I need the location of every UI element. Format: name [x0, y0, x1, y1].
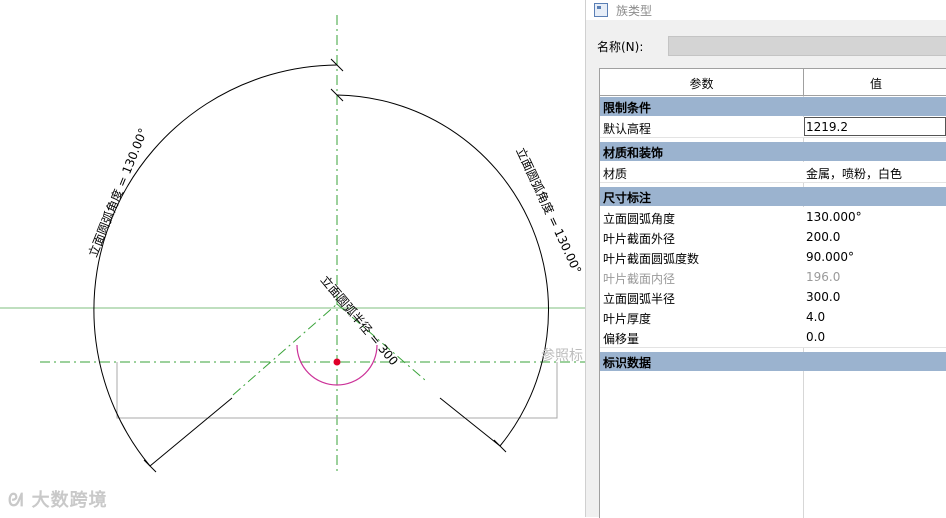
- parameters-grid: 参数 值 限制条件 默认高程 1219.2 材质和装饰 材质 金属，喷粉，白色 …: [599, 68, 946, 518]
- row-arc-angle[interactable]: 立面圆弧角度 130.000°: [600, 207, 946, 228]
- row-blade-outer-radius[interactable]: 叶片截面外径 200.0: [600, 227, 946, 248]
- row-offset[interactable]: 偏移量 0.0: [600, 327, 946, 348]
- left-arc: [93, 64, 338, 467]
- row-material[interactable]: 材质 金属，喷粉，白色: [600, 162, 946, 183]
- param-label: 默认高程: [603, 122, 652, 136]
- tick-bottom-left: [143, 459, 157, 473]
- dim-radius-label: 立面圆弧半径 = 300: [318, 272, 402, 368]
- family-types-icon: [594, 3, 608, 17]
- name-label: 名称(N):: [597, 40, 644, 54]
- drawing-canvas[interactable]: 立面圆弧角度 = 130.00° 立面圆弧角度 = 130.00° 立面圆弧半径…: [0, 0, 585, 517]
- row-blade-arc-degree[interactable]: 叶片截面圆弧度数 90.000°: [600, 247, 946, 268]
- column-header-parameter[interactable]: 参数: [600, 75, 803, 92]
- right-blade-edge: [439, 397, 501, 447]
- param-value[interactable]: 130.000°: [806, 210, 862, 224]
- param-value[interactable]: 4.0: [806, 310, 825, 324]
- row-default-elevation[interactable]: 默认高程 1219.2: [600, 117, 946, 138]
- param-label: 材质: [603, 167, 628, 181]
- param-value[interactable]: 金属，喷粉，白色: [806, 165, 902, 182]
- origin-point: [333, 358, 341, 366]
- row-blade-inner-radius: 叶片截面内径 196.0: [600, 267, 946, 288]
- param-value: 196.0: [806, 270, 841, 284]
- param-value[interactable]: 300.0: [806, 290, 840, 304]
- right-arc: [336, 94, 549, 447]
- param-label: 叶片截面内径: [603, 272, 676, 286]
- param-value[interactable]: 90.000°: [806, 250, 854, 264]
- param-label: 叶片截面外径: [603, 232, 676, 246]
- param-label: 立面圆弧角度: [603, 212, 676, 226]
- dialog-titlebar[interactable]: 族类型: [586, 0, 946, 20]
- group-dimensions[interactable]: 尺寸标注: [600, 187, 946, 206]
- family-types-dialog: 族类型 名称(N): 参数 值 限制条件 默认高程 1219.2 材质和装饰 材…: [585, 0, 946, 518]
- reference-plane-label: 参照标: [541, 348, 583, 364]
- grid-header: 参数 值: [600, 69, 946, 96]
- column-header-value[interactable]: 值: [804, 75, 946, 92]
- left-blade-edge: [149, 397, 233, 467]
- param-label: 立面圆弧半径: [603, 292, 676, 306]
- group-materials[interactable]: 材质和装饰: [600, 142, 946, 161]
- dialog-title: 族类型: [616, 4, 653, 18]
- family-elevation-drawing: 立面圆弧角度 = 130.00° 立面圆弧角度 = 130.00° 立面圆弧半径…: [0, 15, 585, 475]
- row-blade-thickness[interactable]: 叶片厚度 4.0: [600, 307, 946, 328]
- param-label: 叶片厚度: [603, 312, 652, 326]
- param-value[interactable]: 200.0: [806, 230, 840, 244]
- param-label: 偏移量: [603, 332, 640, 346]
- name-field[interactable]: [668, 36, 946, 56]
- row-arc-radius[interactable]: 立面圆弧半径 300.0: [600, 287, 946, 308]
- group-identity-data[interactable]: 标识数据: [600, 352, 946, 371]
- dim-left-label: 立面圆弧角度 = 130.00°: [85, 126, 150, 259]
- watermark: ᘛ 大数跨境: [8, 490, 108, 511]
- group-constraints[interactable]: 限制条件: [600, 97, 946, 116]
- param-value[interactable]: 0.0: [806, 330, 825, 344]
- name-row: 名称(N):: [586, 34, 946, 58]
- default-elevation-input[interactable]: 1219.2: [804, 117, 946, 136]
- tick-bottom-right: [493, 439, 507, 453]
- param-label: 叶片截面圆弧度数: [603, 252, 700, 266]
